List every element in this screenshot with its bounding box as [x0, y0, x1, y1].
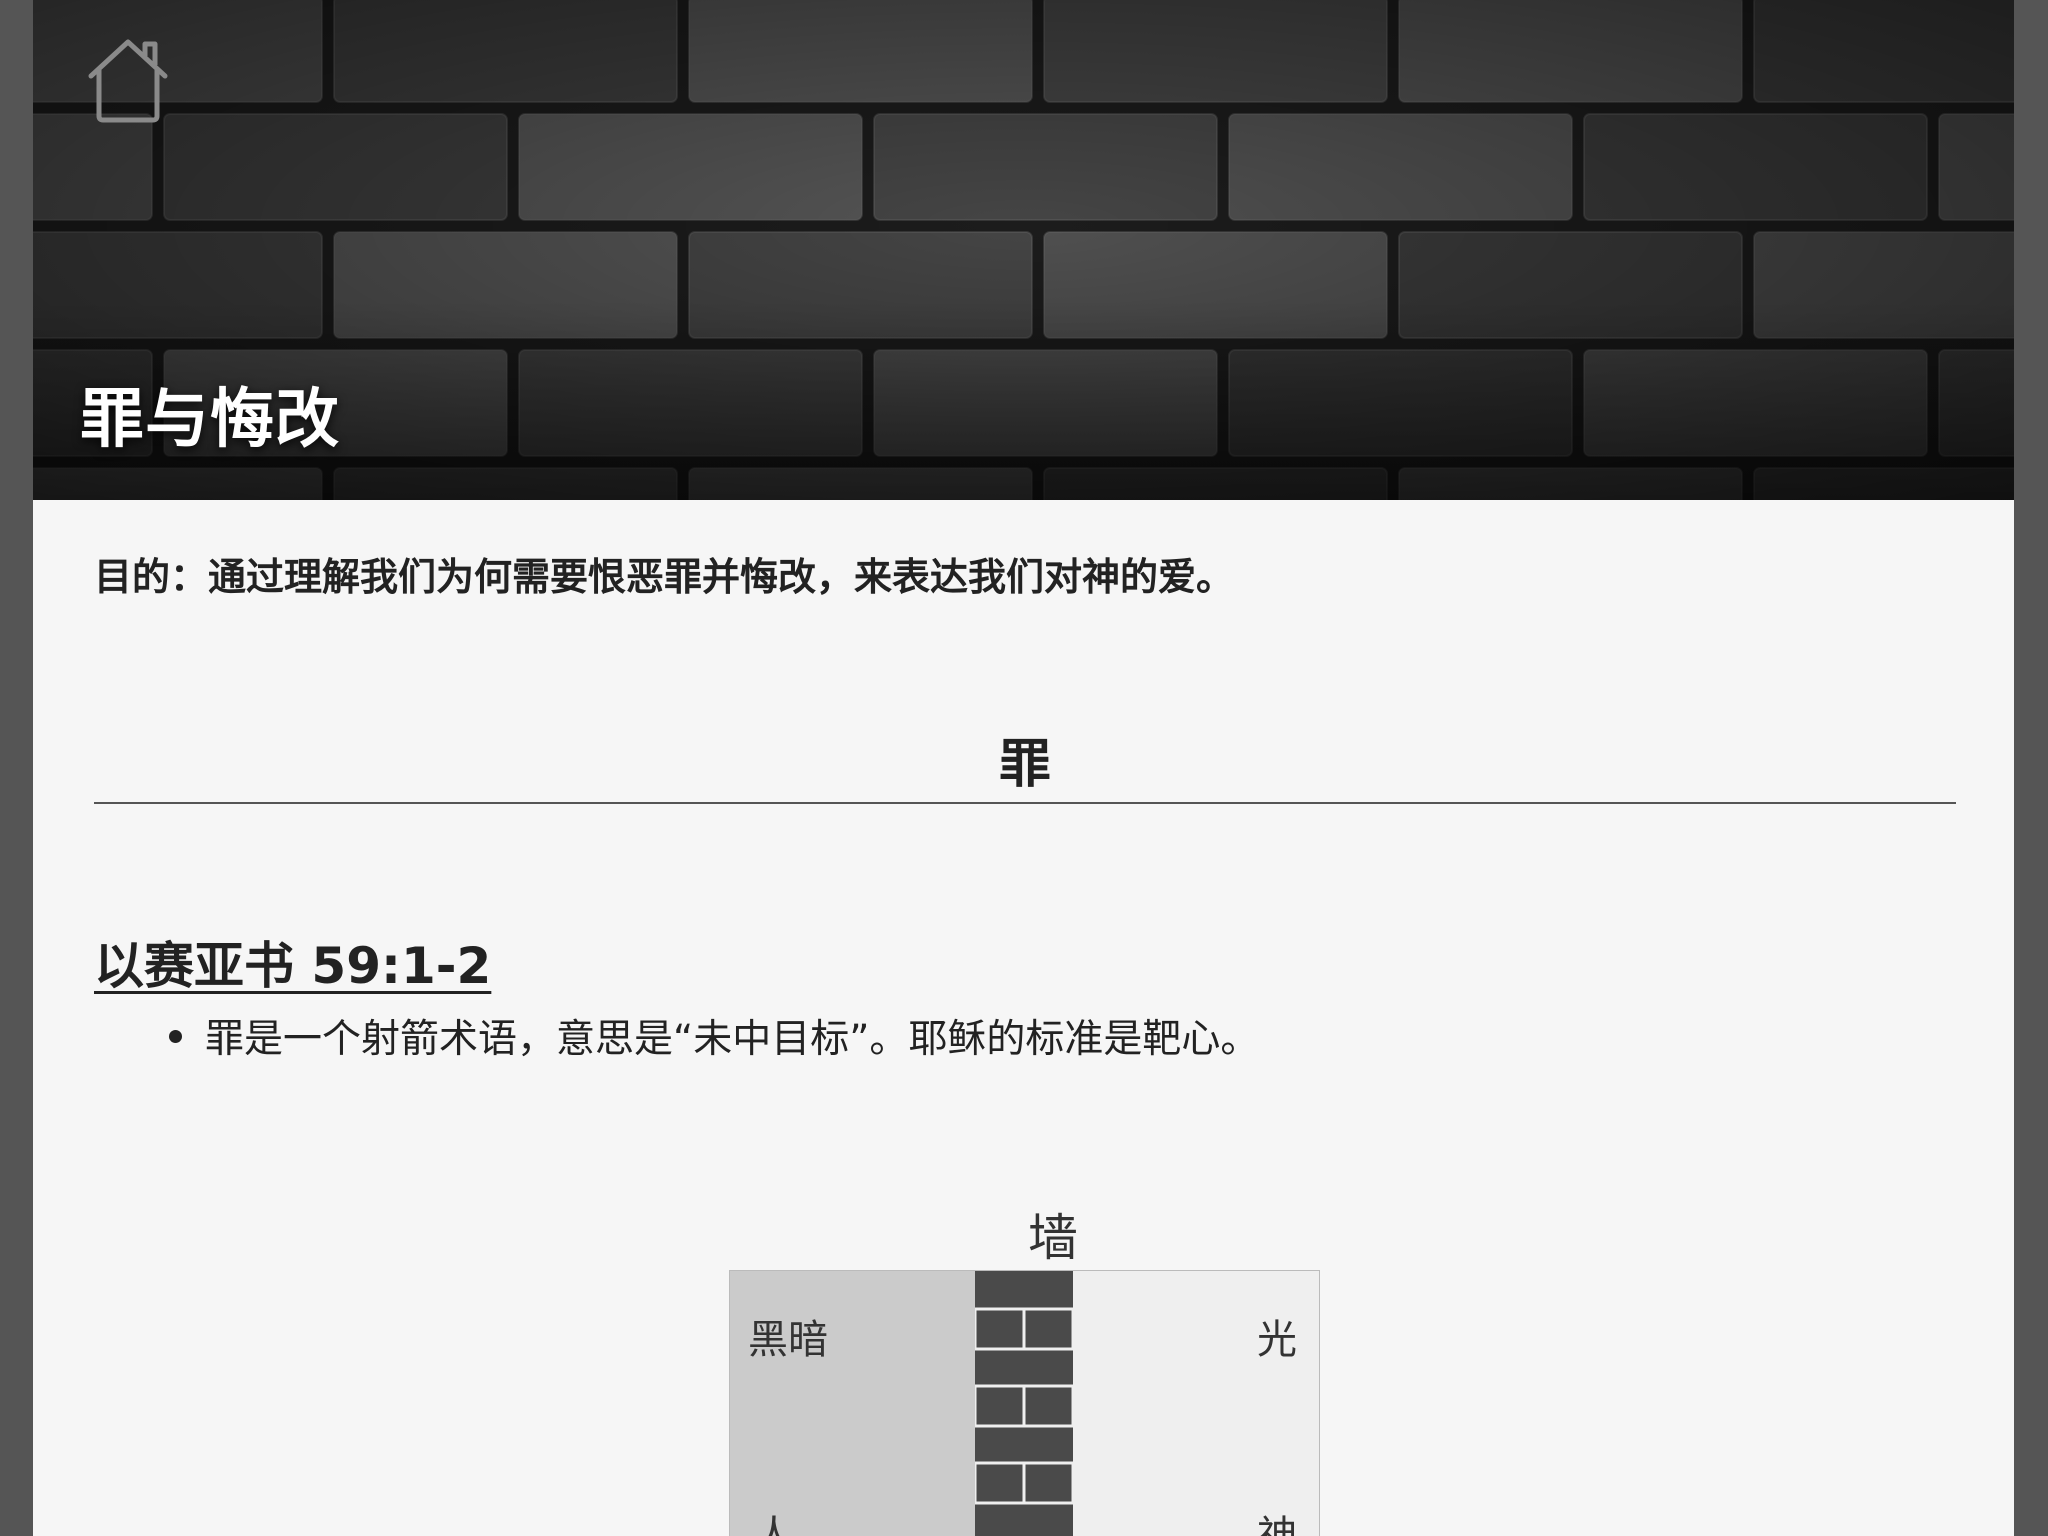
page: 罪与悔改 目的：通过理解我们为何需要恨恶罪并悔改，来表达我们对神的爱。 罪 以赛… [33, 0, 2014, 1536]
wall-diagram: 黑暗 人 光 神 [729, 1270, 1320, 1536]
section-heading: 罪 [998, 735, 1051, 795]
darkness-label: 黑暗 [748, 1317, 828, 1363]
list-item-text: 罪是一个射箭术语，意思是“未中目标”。耶稣的标准是靶心。 [205, 1017, 1260, 1062]
purpose-statement: 目的：通过理解我们为何需要恨恶罪并悔改，来表达我们对神的爱。 [94, 555, 1235, 599]
list-item: 罪是一个射箭术语，意思是“未中目标”。耶稣的标准是靶心。 [141, 1008, 1259, 1064]
scripture-reference-link[interactable]: 以赛亚书 59:1-2 [94, 926, 491, 998]
bullet-list: 罪是一个射箭术语，意思是“未中目标”。耶稣的标准是靶心。 [141, 1008, 1259, 1064]
section-divider [94, 802, 1956, 804]
wall-bricks [975, 1271, 1073, 1536]
diagram-title: 墙 [1028, 1209, 1078, 1267]
god-label: 神 [1257, 1513, 1297, 1536]
man-label: 人 [754, 1513, 794, 1536]
home-button[interactable] [83, 34, 173, 124]
bullet-dot [169, 1030, 182, 1043]
light-label: 光 [1257, 1317, 1297, 1363]
home-icon [88, 39, 168, 123]
page-title: 罪与悔改 [80, 383, 340, 457]
hero-banner: 罪与悔改 [33, 0, 2014, 500]
